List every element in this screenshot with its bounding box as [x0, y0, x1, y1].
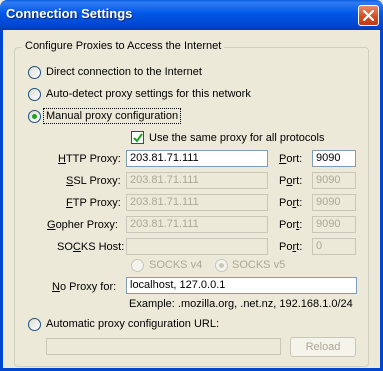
no-proxy-label: No Proxy for:	[52, 281, 117, 293]
close-button[interactable]	[358, 5, 379, 26]
socks-port-label: Port:	[279, 241, 303, 253]
same-proxy-checkbox[interactable]	[131, 131, 144, 144]
radio-manual-proxy[interactable]	[28, 110, 41, 123]
check-icon	[133, 133, 143, 143]
http-proxy-label: HTTP Proxy:	[58, 153, 121, 165]
ssl-proxy-label: SSL Proxy:	[66, 175, 121, 187]
radio-manual-label: Manual proxy configuration	[46, 110, 179, 122]
gopher-port-label: Port:	[279, 219, 303, 231]
radio-auto-detect[interactable]	[28, 88, 41, 101]
group-legend: Configure Proxies to Access the Internet	[22, 40, 225, 52]
radio-socks-v5[interactable]	[215, 259, 228, 272]
title-bar: Connection Settings	[0, 0, 383, 30]
http-port-label: Port:	[279, 153, 303, 165]
socks-host-input[interactable]	[126, 238, 268, 255]
reload-button[interactable]: Reload	[290, 337, 356, 357]
radio-direct-connection[interactable]	[28, 66, 41, 79]
radio-auto-config-url[interactable]	[28, 318, 41, 331]
ftp-port-input[interactable]: 9090	[312, 194, 356, 211]
no-proxy-example: Example: .mozilla.org, .net.nz, 192.168.…	[129, 298, 353, 310]
ftp-proxy-input[interactable]: 203.81.71.111	[126, 194, 268, 211]
auto-config-url-input[interactable]	[46, 338, 281, 355]
http-proxy-input[interactable]: 203.81.71.111	[126, 150, 268, 167]
same-proxy-label: Use the same proxy for all protocols	[149, 132, 325, 144]
radio-direct-label: Direct connection to the Internet	[46, 66, 202, 78]
gopher-proxy-label: Gopher Proxy:	[47, 219, 118, 231]
ssl-proxy-input[interactable]: 203.81.71.111	[126, 172, 268, 189]
auto-config-url-label: Automatic proxy configuration URL:	[46, 318, 220, 330]
gopher-port-input[interactable]: 9090	[312, 216, 356, 233]
gopher-proxy-input[interactable]: 203.81.71.111	[126, 216, 268, 233]
ssl-port-label: Port:	[279, 175, 303, 187]
radio-socks-v4[interactable]	[131, 259, 144, 272]
window-title: Connection Settings	[6, 6, 133, 21]
socks-port-input[interactable]: 0	[312, 238, 356, 255]
radio-auto-detect-label: Auto-detect proxy settings for this netw…	[46, 88, 251, 100]
no-proxy-input[interactable]: localhost, 127.0.0.1	[126, 277, 357, 294]
ftp-port-label: Port:	[279, 197, 303, 209]
http-port-input[interactable]: 9090	[312, 150, 356, 167]
socks-host-label: SOCKS Host:	[57, 241, 125, 253]
ssl-port-input[interactable]: 9090	[312, 172, 356, 189]
close-icon	[363, 10, 374, 21]
ftp-proxy-label: FTP Proxy:	[66, 197, 121, 209]
socks-v4-label: SOCKS v4	[149, 259, 203, 271]
socks-v5-label: SOCKS v5	[232, 259, 286, 271]
